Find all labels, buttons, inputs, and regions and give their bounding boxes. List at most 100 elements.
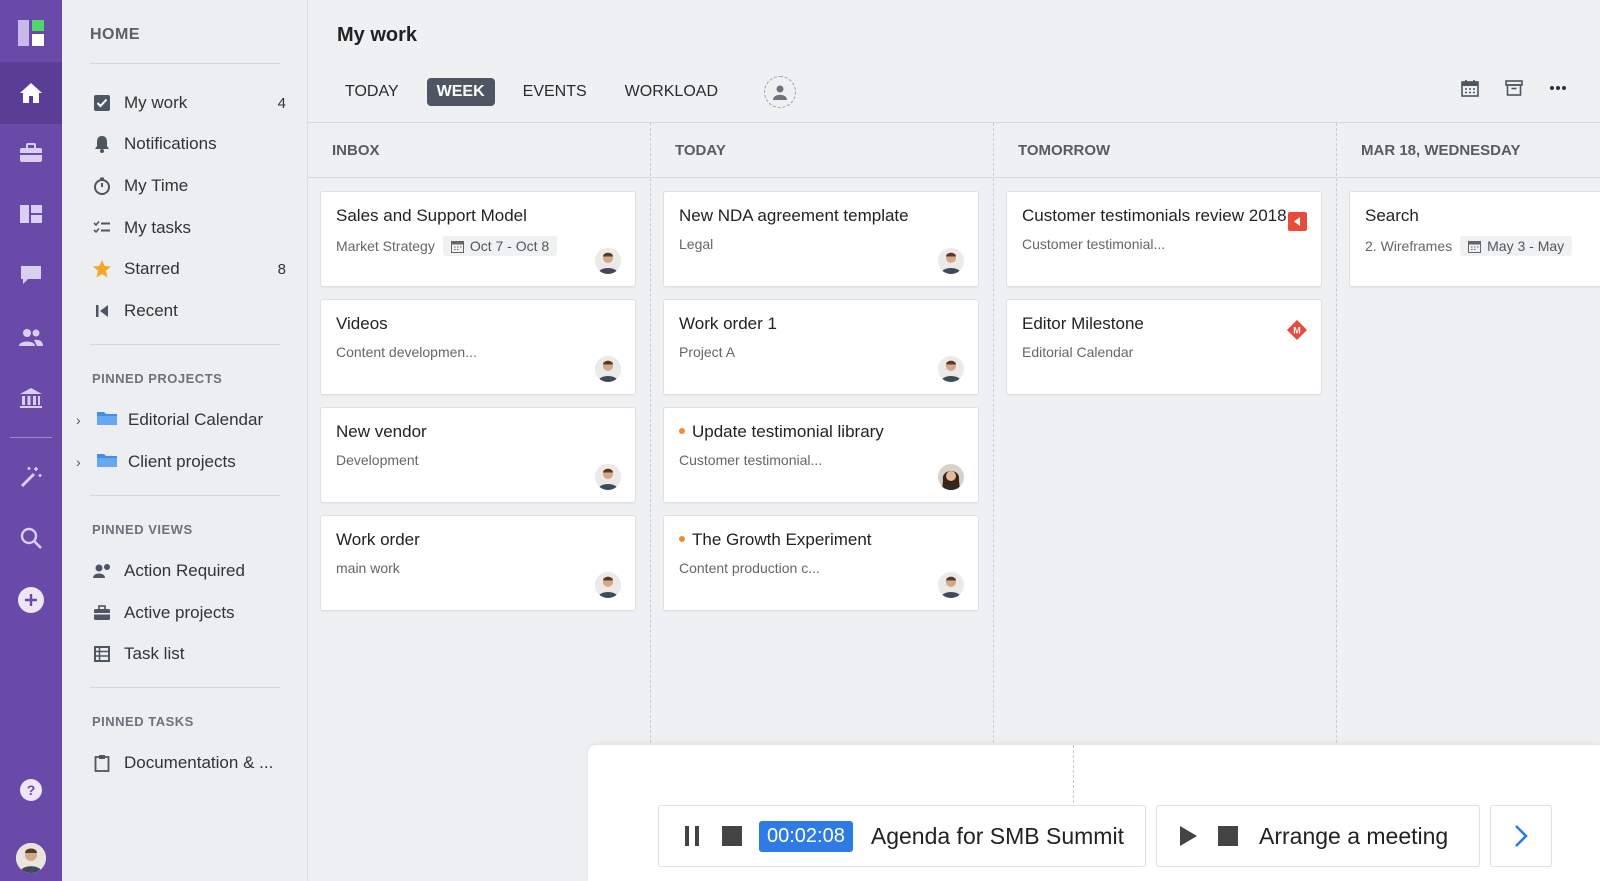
archive-icon[interactable]: [1502, 76, 1526, 100]
sidebar-item-my-work[interactable]: My work 4: [90, 86, 286, 120]
sidebar-item-my-tasks[interactable]: My tasks: [90, 211, 286, 245]
task-project: Customer testimonial...: [679, 452, 823, 468]
timer-panel: 00:02:08 Agenda for SMB Summit Arrange a…: [588, 745, 1600, 881]
task-card[interactable]: Work order 1 Project A: [663, 299, 979, 395]
tab-week[interactable]: WEEK: [426, 78, 495, 106]
assignee-avatar[interactable]: [938, 356, 964, 382]
pinned-task-documentation[interactable]: Documentation & ...: [90, 746, 286, 780]
column-today: TODAY New NDA agreement template Legal W…: [651, 123, 994, 763]
user-filter-button[interactable]: [764, 76, 796, 108]
task-card[interactable]: The Growth Experiment Content production…: [663, 515, 979, 611]
sidebar-item-notifications[interactable]: Notifications: [90, 127, 286, 161]
tab-today[interactable]: TODAY: [335, 78, 409, 106]
column-header: INBOX: [308, 123, 650, 178]
task-card[interactable]: Search 2. Wireframes May 3 - May: [1349, 191, 1600, 287]
task-title: Update testimonial library: [692, 422, 884, 441]
tab-events[interactable]: EVENTS: [513, 78, 597, 106]
clipboard-icon: [90, 751, 114, 775]
sidebar-item-label: My work: [124, 93, 188, 112]
folder-icon: [96, 452, 118, 473]
task-card[interactable]: Update testimonial library Customer test…: [663, 407, 979, 503]
chat-icon[interactable]: [0, 255, 62, 295]
play-icon[interactable]: [1175, 823, 1201, 849]
timer-value: 00:02:08: [759, 820, 853, 852]
task-card[interactable]: New NDA agreement template Legal: [663, 191, 979, 287]
task-title: Sales and Support Model: [336, 206, 527, 225]
assignee-avatar[interactable]: [938, 572, 964, 598]
task-project: main work: [336, 560, 400, 576]
search-icon[interactable]: [0, 518, 62, 558]
help-icon[interactable]: ?: [0, 770, 62, 810]
date-chip: Oct 7 - Oct 8: [442, 236, 558, 256]
pinned-view-action-required[interactable]: Action Required: [90, 554, 286, 588]
pause-icon[interactable]: [679, 823, 705, 849]
pinned-project-editorial-calendar[interactable]: › Editorial Calendar: [76, 403, 263, 437]
dashboard-icon[interactable]: [0, 194, 62, 234]
task-card[interactable]: Work order main work: [320, 515, 636, 611]
magic-wand-icon[interactable]: [0, 457, 62, 497]
calendar-icon: [450, 240, 464, 253]
chevron-right-icon[interactable]: ›: [76, 454, 90, 470]
plus-icon[interactable]: [0, 580, 62, 620]
task-project: Editorial Calendar: [1022, 344, 1134, 360]
more-options-icon[interactable]: [1546, 76, 1570, 100]
task-card[interactable]: New vendor Development: [320, 407, 636, 503]
active-timer[interactable]: 00:02:08 Agenda for SMB Summit: [658, 805, 1146, 867]
status-dot: [679, 535, 685, 542]
column-header: TODAY: [651, 123, 993, 178]
stop-icon[interactable]: [719, 823, 745, 849]
task-project: Legal: [679, 236, 714, 252]
user-avatar[interactable]: [16, 843, 46, 873]
task-project: Development: [336, 452, 419, 468]
status-dot: [679, 427, 685, 434]
pinned-view-label: Active projects: [124, 603, 235, 622]
pinned-views-heading: PINNED VIEWS: [92, 522, 193, 537]
date-chip: May 3 - May: [1460, 236, 1573, 256]
timer-task-name[interactable]: Arrange a meeting: [1259, 823, 1448, 850]
assignee-avatar[interactable]: [938, 464, 964, 490]
users-icon[interactable]: [0, 317, 62, 357]
bank-icon[interactable]: [0, 378, 62, 418]
assignee-avatar[interactable]: [595, 464, 621, 490]
column-mar-18: MAR 18, WEDNESDAY Search 2. Wireframes M…: [1337, 123, 1600, 763]
assignee-avatar[interactable]: [595, 248, 621, 274]
recent-icon: [90, 299, 114, 323]
sidebar-item-starred[interactable]: Starred 8: [90, 252, 286, 286]
pinned-view-active-projects[interactable]: Active projects: [90, 596, 286, 630]
calendar-icon[interactable]: [1458, 76, 1482, 100]
assignee-avatar[interactable]: [938, 248, 964, 274]
stop-icon[interactable]: [1215, 823, 1241, 849]
table-icon: [90, 642, 114, 666]
timer-task-name[interactable]: Agenda for SMB Summit: [871, 823, 1124, 850]
assignee-avatar[interactable]: [595, 572, 621, 598]
next-timer-button[interactable]: [1490, 805, 1552, 867]
assignee-avatar[interactable]: [595, 356, 621, 382]
user-icon: [773, 85, 787, 100]
task-project: Market Strategy: [336, 238, 435, 254]
paused-timer[interactable]: Arrange a meeting: [1156, 805, 1480, 867]
briefcase-icon[interactable]: [0, 133, 62, 173]
pinned-view-task-list[interactable]: Task list: [90, 637, 286, 671]
home-icon[interactable]: [0, 73, 62, 113]
sidebar-item-my-time[interactable]: My Time: [90, 169, 286, 203]
briefcase-icon: [90, 601, 114, 625]
task-card[interactable]: Sales and Support Model Market Strategy …: [320, 191, 636, 287]
task-card[interactable]: Customer testimonials review 2018 Custom…: [1006, 191, 1322, 287]
task-title: Work order: [336, 530, 420, 549]
tab-workload[interactable]: WORKLOAD: [615, 78, 728, 106]
pinned-project-client-projects[interactable]: › Client projects: [76, 445, 236, 479]
pinned-project-label: Editorial Calendar: [128, 410, 264, 429]
task-project: Customer testimonial...: [1022, 236, 1166, 252]
task-card[interactable]: Editor Milestone Editorial Calendar M: [1006, 299, 1322, 395]
task-project: Content developmen...: [336, 344, 477, 360]
pinned-tasks-heading: PINNED TASKS: [92, 714, 194, 729]
sidebar-item-label: Recent: [124, 301, 178, 320]
logo-icon[interactable]: [18, 20, 44, 46]
sidebar-item-recent[interactable]: Recent: [90, 294, 286, 328]
red-flag-icon: [1288, 212, 1307, 231]
chevron-right-icon[interactable]: ›: [76, 412, 90, 428]
sidebar-item-label: My tasks: [124, 218, 192, 237]
task-title: Editor Milestone: [1022, 314, 1144, 333]
task-card[interactable]: Videos Content developmen...: [320, 299, 636, 395]
bell-icon: [90, 132, 114, 156]
